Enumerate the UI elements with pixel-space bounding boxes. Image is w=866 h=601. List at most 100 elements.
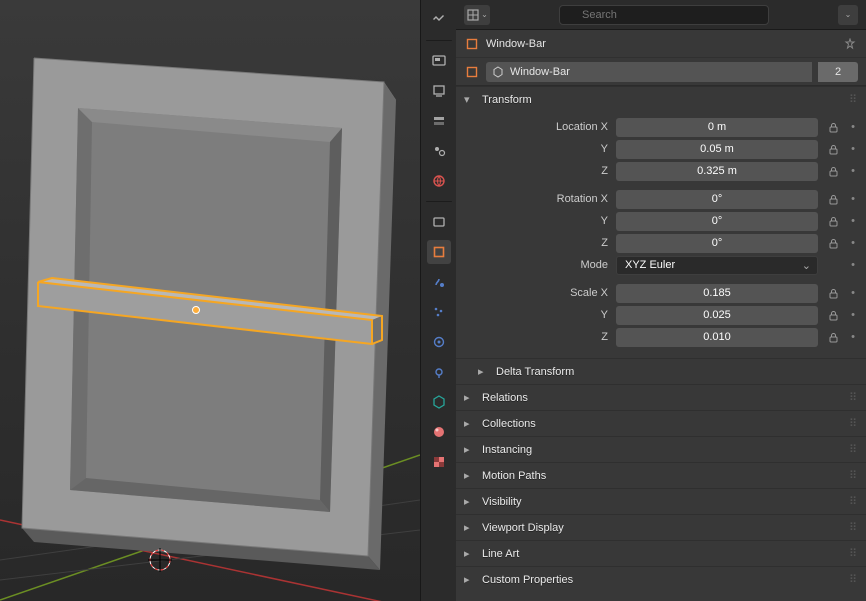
lock-icon[interactable]	[824, 306, 842, 324]
section-instancing-header[interactable]: ▸ Instancing ⠿	[456, 436, 866, 462]
tab-texture-icon[interactable]	[427, 450, 451, 474]
chevron-right-icon: ▸	[464, 573, 478, 586]
tab-tool-icon[interactable]	[427, 8, 451, 32]
pin-button[interactable]	[842, 36, 858, 52]
drag-grip-icon[interactable]: ⠿	[849, 521, 858, 534]
datablock-row: 2	[456, 58, 866, 86]
scale-z-label: Z	[464, 331, 610, 343]
editor-type-selector[interactable]: ⌄	[464, 5, 490, 25]
location-x-label: Location X	[464, 121, 610, 133]
rotation-y-label: Y	[464, 215, 610, 227]
chevron-down-icon: ▾	[464, 93, 478, 106]
drag-grip-icon[interactable]: ⠿	[849, 443, 858, 456]
tab-separator	[426, 40, 452, 41]
animate-button[interactable]: •	[848, 193, 858, 205]
section-title: Custom Properties	[482, 574, 573, 586]
tab-data-icon[interactable]	[427, 390, 451, 414]
search-input[interactable]	[559, 5, 769, 25]
location-z-field[interactable]: 0.325 m	[616, 162, 818, 181]
tab-constraints-icon[interactable]	[427, 360, 451, 384]
chevron-right-icon: ▸	[464, 521, 478, 534]
rotation-x-label: Rotation X	[464, 193, 610, 205]
lock-icon[interactable]	[824, 140, 842, 158]
section-relations-header[interactable]: ▸ Relations ⠿	[456, 384, 866, 410]
datablock-users[interactable]: 2	[818, 62, 858, 82]
lock-icon[interactable]	[824, 162, 842, 180]
scale-x-field[interactable]: 0.185	[616, 284, 818, 303]
tab-object-icon[interactable]	[427, 240, 451, 264]
section-visibility-header[interactable]: ▸ Visibility ⠿	[456, 488, 866, 514]
location-y-field[interactable]: 0.05 m	[616, 140, 818, 159]
tab-render-icon[interactable]	[427, 49, 451, 73]
rotation-mode-select[interactable]: XYZ Euler	[616, 256, 818, 275]
section-title: Delta Transform	[496, 366, 574, 378]
drag-grip-icon[interactable]: ⠿	[849, 573, 858, 586]
lock-icon[interactable]	[824, 284, 842, 302]
mesh-icon	[492, 66, 504, 78]
animate-button[interactable]: •	[848, 121, 858, 133]
location-z-label: Z	[464, 165, 610, 177]
drag-grip-icon[interactable]: ⠿	[849, 495, 858, 508]
rotation-x-field[interactable]: 0°	[616, 190, 818, 209]
section-title: Viewport Display	[482, 522, 564, 534]
rotation-y-field[interactable]: 0°	[616, 212, 818, 231]
lock-icon[interactable]	[824, 190, 842, 208]
drag-grip-icon[interactable]: ⠿	[849, 391, 858, 404]
tab-separator	[426, 201, 452, 202]
rotation-mode-label: Mode	[464, 259, 610, 271]
section-custom-properties-header[interactable]: ▸ Custom Properties ⠿	[456, 566, 866, 592]
chevron-right-icon: ▸	[464, 495, 478, 508]
tab-material-icon[interactable]	[427, 420, 451, 444]
scale-y-label: Y	[464, 309, 610, 321]
animate-button[interactable]: •	[848, 215, 858, 227]
tab-viewlayer-icon[interactable]	[427, 109, 451, 133]
section-line-art-header[interactable]: ▸ Line Art ⠿	[456, 540, 866, 566]
chevron-right-icon: ▸	[464, 547, 478, 560]
section-viewport-display-header[interactable]: ▸ Viewport Display ⠿	[456, 514, 866, 540]
lock-icon[interactable]	[824, 234, 842, 252]
scale-z-field[interactable]: 0.010	[616, 328, 818, 347]
tab-output-icon[interactable]	[427, 79, 451, 103]
animate-button[interactable]: •	[848, 165, 858, 177]
animate-button[interactable]: •	[848, 143, 858, 155]
section-transform-header[interactable]: ▾ Transform ⠿	[456, 86, 866, 112]
tab-particles-icon[interactable]	[427, 300, 451, 324]
section-title: Line Art	[482, 548, 519, 560]
drag-grip-icon[interactable]: ⠿	[849, 469, 858, 482]
lock-icon[interactable]	[824, 212, 842, 230]
lock-icon[interactable]	[824, 328, 842, 346]
animate-button[interactable]: •	[848, 287, 858, 299]
scale-y-field[interactable]: 0.025	[616, 306, 818, 325]
object-icon	[464, 64, 480, 80]
tab-scene-icon[interactable]	[427, 139, 451, 163]
animate-button[interactable]: •	[848, 237, 858, 249]
properties-header: ⌄ ⌄	[456, 0, 866, 30]
lock-icon[interactable]	[824, 118, 842, 136]
tab-collection-icon[interactable]	[427, 210, 451, 234]
scale-x-label: Scale X	[464, 287, 610, 299]
tab-physics-icon[interactable]	[427, 330, 451, 354]
tab-modifiers-icon[interactable]	[427, 270, 451, 294]
section-title: Relations	[482, 392, 528, 404]
tab-world-icon[interactable]	[427, 169, 451, 193]
breadcrumb: Window-Bar	[456, 30, 866, 58]
datablock-name-field[interactable]	[486, 62, 812, 82]
datablock-name-input[interactable]	[510, 66, 806, 78]
location-y-label: Y	[464, 143, 610, 155]
object-icon	[464, 36, 480, 52]
options-button[interactable]: ⌄	[838, 5, 858, 25]
animate-button[interactable]: •	[848, 331, 858, 343]
section-collections-header[interactable]: ▸ Collections ⠿	[456, 410, 866, 436]
rotation-z-field[interactable]: 0°	[616, 234, 818, 253]
viewport-3d[interactable]	[0, 0, 420, 601]
section-motion-paths-header[interactable]: ▸ Motion Paths ⠿	[456, 462, 866, 488]
section-delta-transform-header[interactable]: ▸ Delta Transform	[456, 358, 866, 384]
chevron-right-icon: ▸	[478, 365, 492, 378]
animate-button[interactable]: •	[848, 309, 858, 321]
drag-grip-icon[interactable]: ⠿	[849, 93, 858, 106]
drag-grip-icon[interactable]: ⠿	[849, 417, 858, 430]
animate-button[interactable]: •	[848, 259, 858, 271]
location-x-field[interactable]: 0 m	[616, 118, 818, 137]
section-title: Collections	[482, 418, 536, 430]
drag-grip-icon[interactable]: ⠿	[849, 547, 858, 560]
